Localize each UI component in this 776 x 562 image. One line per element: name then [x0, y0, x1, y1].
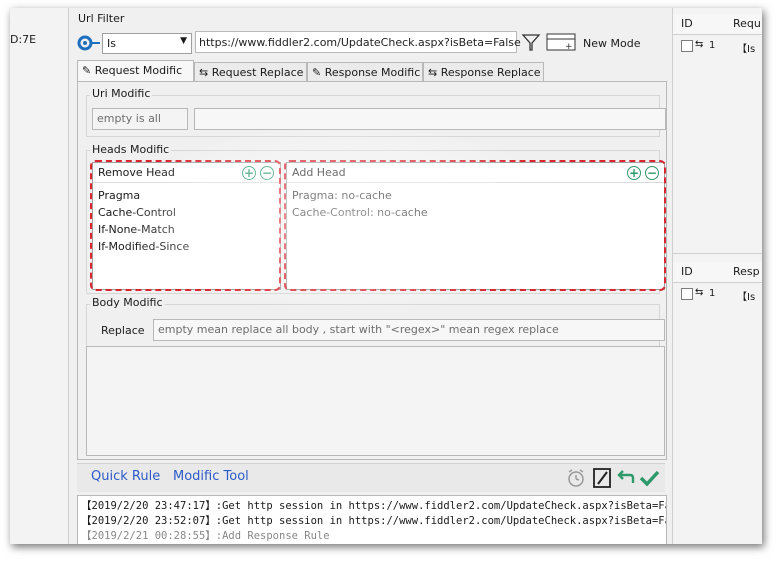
add-head-list[interactable]: Add Head + − Pragma: no-cache Cache-Cont… [286, 162, 665, 290]
body-modific-title: Body Modific [90, 296, 165, 309]
response-grid-header: ID Resp [673, 262, 762, 283]
list-item[interactable]: Cache-Control: no-cache [292, 206, 428, 219]
add-remove-head-button[interactable]: + [242, 166, 256, 180]
table-row[interactable]: ⇆ 1 【Is [673, 286, 762, 304]
col-id: ID [681, 265, 693, 278]
rule-editor-panel: Url Filter Is ▼ https://www.fiddler2.com… [69, 8, 672, 544]
list-item[interactable]: Cache-Control [98, 206, 176, 219]
add-head-header: Add Head [287, 163, 664, 183]
tab-label: Request Modific [94, 64, 183, 77]
log-line: 【2019/2/20 23:52:07】:Get http session in… [81, 515, 667, 527]
delete-remove-head-button[interactable]: − [260, 166, 274, 180]
replace-icon: ⇆ [199, 66, 209, 79]
rule-list-pane: ID Requ ⇆ 1 【Is ID Resp ⇆ 1 【Is [672, 8, 762, 544]
uri-match-input[interactable]: empty is all [92, 108, 188, 130]
tab-response-modific[interactable]: ✎ Response Modific [307, 62, 423, 81]
left-pane-text: D:7E [10, 33, 37, 46]
footer-bar: Quick Rule Modific Tool [77, 463, 665, 492]
row-checkbox[interactable] [681, 288, 693, 300]
col-id: ID [681, 17, 693, 30]
add-head-title: Add Head [292, 166, 346, 179]
screenshot-frame: D:7E Url Filter Is ▼ https://www.fiddler… [10, 8, 762, 544]
undo-icon[interactable] [615, 467, 637, 489]
left-session-pane: D:7E [10, 8, 69, 544]
list-item[interactable]: If-None-Match [98, 223, 175, 236]
body-textarea[interactable] [86, 346, 665, 456]
heads-modific-title: Heads Modific [90, 143, 172, 156]
list-item[interactable]: If-Modified-Since [98, 240, 189, 253]
url-filter-value: https://www.fiddler2.com/UpdateCheck.asp… [199, 36, 521, 49]
replace-placeholder: empty mean replace all body , start with… [158, 323, 559, 336]
pencil-icon: ✎ [82, 64, 92, 77]
rule-icon: ⇆ [695, 287, 704, 298]
uri-modific-title: Uri Modific [90, 87, 153, 100]
checkmark-icon[interactable] [638, 467, 660, 489]
log-line: 【2019/2/20 23:47:17】:Get http session in… [81, 500, 667, 512]
request-grid-header: ID Requ [673, 14, 762, 35]
list-item[interactable]: Pragma [98, 189, 140, 202]
modific-tool-link[interactable]: Modific Tool [173, 469, 249, 484]
col-response: Resp [733, 265, 760, 278]
remove-head-list[interactable]: Remove Head + − Pragma Cache-Control If-… [92, 162, 281, 290]
rule-icon: ⇆ [695, 39, 704, 50]
funnel-icon[interactable] [521, 32, 541, 52]
replace-icon: ⇆ [428, 66, 438, 79]
tab-label: Response Replace [440, 66, 541, 79]
pencil-icon: ✎ [312, 66, 322, 79]
filter-match-icon[interactable] [77, 35, 101, 51]
log-output[interactable]: 【2019/2/20 23:47:17】:Get http session in… [77, 495, 667, 544]
replace-input[interactable]: empty mean replace all body , start with… [153, 319, 665, 341]
replace-label: Replace [101, 324, 145, 337]
row-number: 1 [709, 40, 716, 51]
new-mode-icon[interactable]: + [545, 32, 577, 52]
tab-request-replace[interactable]: ⇆ Request Replace [194, 62, 307, 81]
col-request: Requ [733, 17, 761, 30]
new-mode-label[interactable]: New Mode [583, 37, 640, 50]
list-item[interactable]: Pragma: no-cache [292, 189, 392, 202]
tab-request-modific[interactable]: ✎ Request Modific [77, 60, 194, 81]
row-cell: 【Is [737, 292, 756, 303]
add-add-head-button[interactable]: + [627, 166, 641, 180]
row-number: 1 [709, 288, 716, 299]
request-modific-panel: Uri Modific empty is all Heads Modific R… [77, 81, 667, 460]
tab-label: Response Modific [324, 66, 421, 79]
alarm-clock-icon[interactable] [565, 467, 587, 489]
delete-add-head-button[interactable]: − [645, 166, 659, 180]
edit-box-icon[interactable] [591, 467, 613, 489]
uri-placeholder: empty is all [97, 112, 161, 125]
log-line: 【2019/2/21 00:28:55】:Add Response Rule [81, 530, 330, 542]
tab-label: Request Replace [211, 66, 304, 79]
row-cell: 【Is [737, 44, 756, 55]
chevron-down-icon: ▼ [180, 36, 187, 46]
pane-divider [673, 253, 762, 254]
url-filter-input[interactable]: https://www.fiddler2.com/UpdateCheck.asp… [195, 31, 521, 53]
url-filter-title: Url Filter [78, 12, 125, 25]
quick-rule-link[interactable]: Quick Rule [91, 469, 160, 484]
svg-text:+: + [565, 42, 573, 52]
match-mode-select[interactable]: Is ▼ [102, 33, 192, 54]
tab-response-replace[interactable]: ⇆ Response Replace [423, 62, 544, 81]
row-checkbox[interactable] [681, 40, 693, 52]
remove-head-title: Remove Head [98, 166, 175, 179]
uri-modific-input[interactable] [194, 108, 666, 130]
table-row[interactable]: ⇆ 1 【Is [673, 38, 762, 56]
match-mode-value: Is [107, 37, 116, 50]
